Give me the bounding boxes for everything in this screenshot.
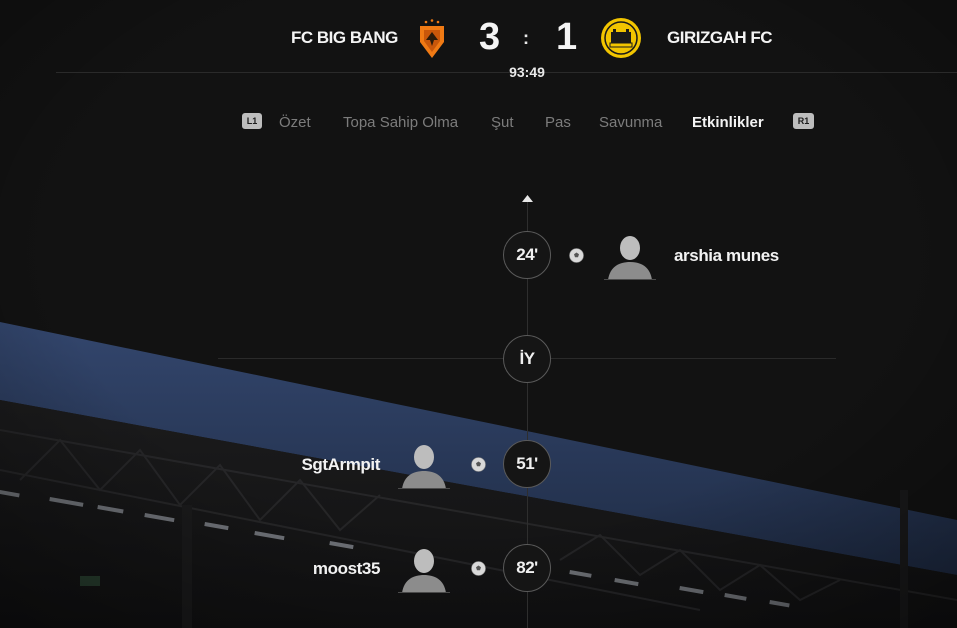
event-player-name: moost35 xyxy=(312,559,381,578)
away-crest-icon xyxy=(600,17,642,59)
soccer-ball-icon xyxy=(471,457,486,472)
home-team-name: FC BIG BANG xyxy=(291,28,398,47)
event-player-name: SgtArmpit xyxy=(301,455,380,474)
player-silhouette-icon xyxy=(378,443,450,489)
event-minute-badge: 24' xyxy=(503,231,551,279)
event-player-name: arshia munes xyxy=(674,246,779,265)
l1-button-hint[interactable]: L1 xyxy=(242,113,262,129)
away-score: 1 xyxy=(556,16,577,58)
tab-defense[interactable]: Savunma xyxy=(599,113,662,133)
event-minute-badge: 51' xyxy=(503,440,551,488)
score-separator: : xyxy=(523,28,529,48)
event-minute-badge: 82' xyxy=(503,544,551,592)
away-team-name: GIRIZGAH FC xyxy=(667,28,773,47)
stadium-background xyxy=(0,0,957,628)
home-crest-icon xyxy=(414,18,450,60)
tab-events[interactable]: Etkinlikler xyxy=(692,113,764,133)
tab-shots[interactable]: Şut xyxy=(491,113,514,133)
player-silhouette-icon xyxy=(604,234,676,280)
triangle-up-icon[interactable] xyxy=(521,190,534,202)
tab-possession[interactable]: Topa Sahip Olma xyxy=(343,113,458,133)
soccer-ball-icon xyxy=(569,248,584,263)
soccer-ball-icon xyxy=(471,561,486,576)
player-silhouette-icon xyxy=(378,547,450,593)
half-time-badge: İY xyxy=(503,335,551,383)
tab-passes[interactable]: Pas xyxy=(545,113,571,133)
match-clock: 93:49 xyxy=(509,64,545,80)
match-stats-screen: FC BIG BANG 3 : 1 GIRIZGAH FC 93:49 L1 Ö… xyxy=(0,0,957,628)
tab-summary[interactable]: Özet xyxy=(279,113,311,133)
home-score: 3 xyxy=(479,16,500,58)
r1-button-hint[interactable]: R1 xyxy=(793,113,814,129)
